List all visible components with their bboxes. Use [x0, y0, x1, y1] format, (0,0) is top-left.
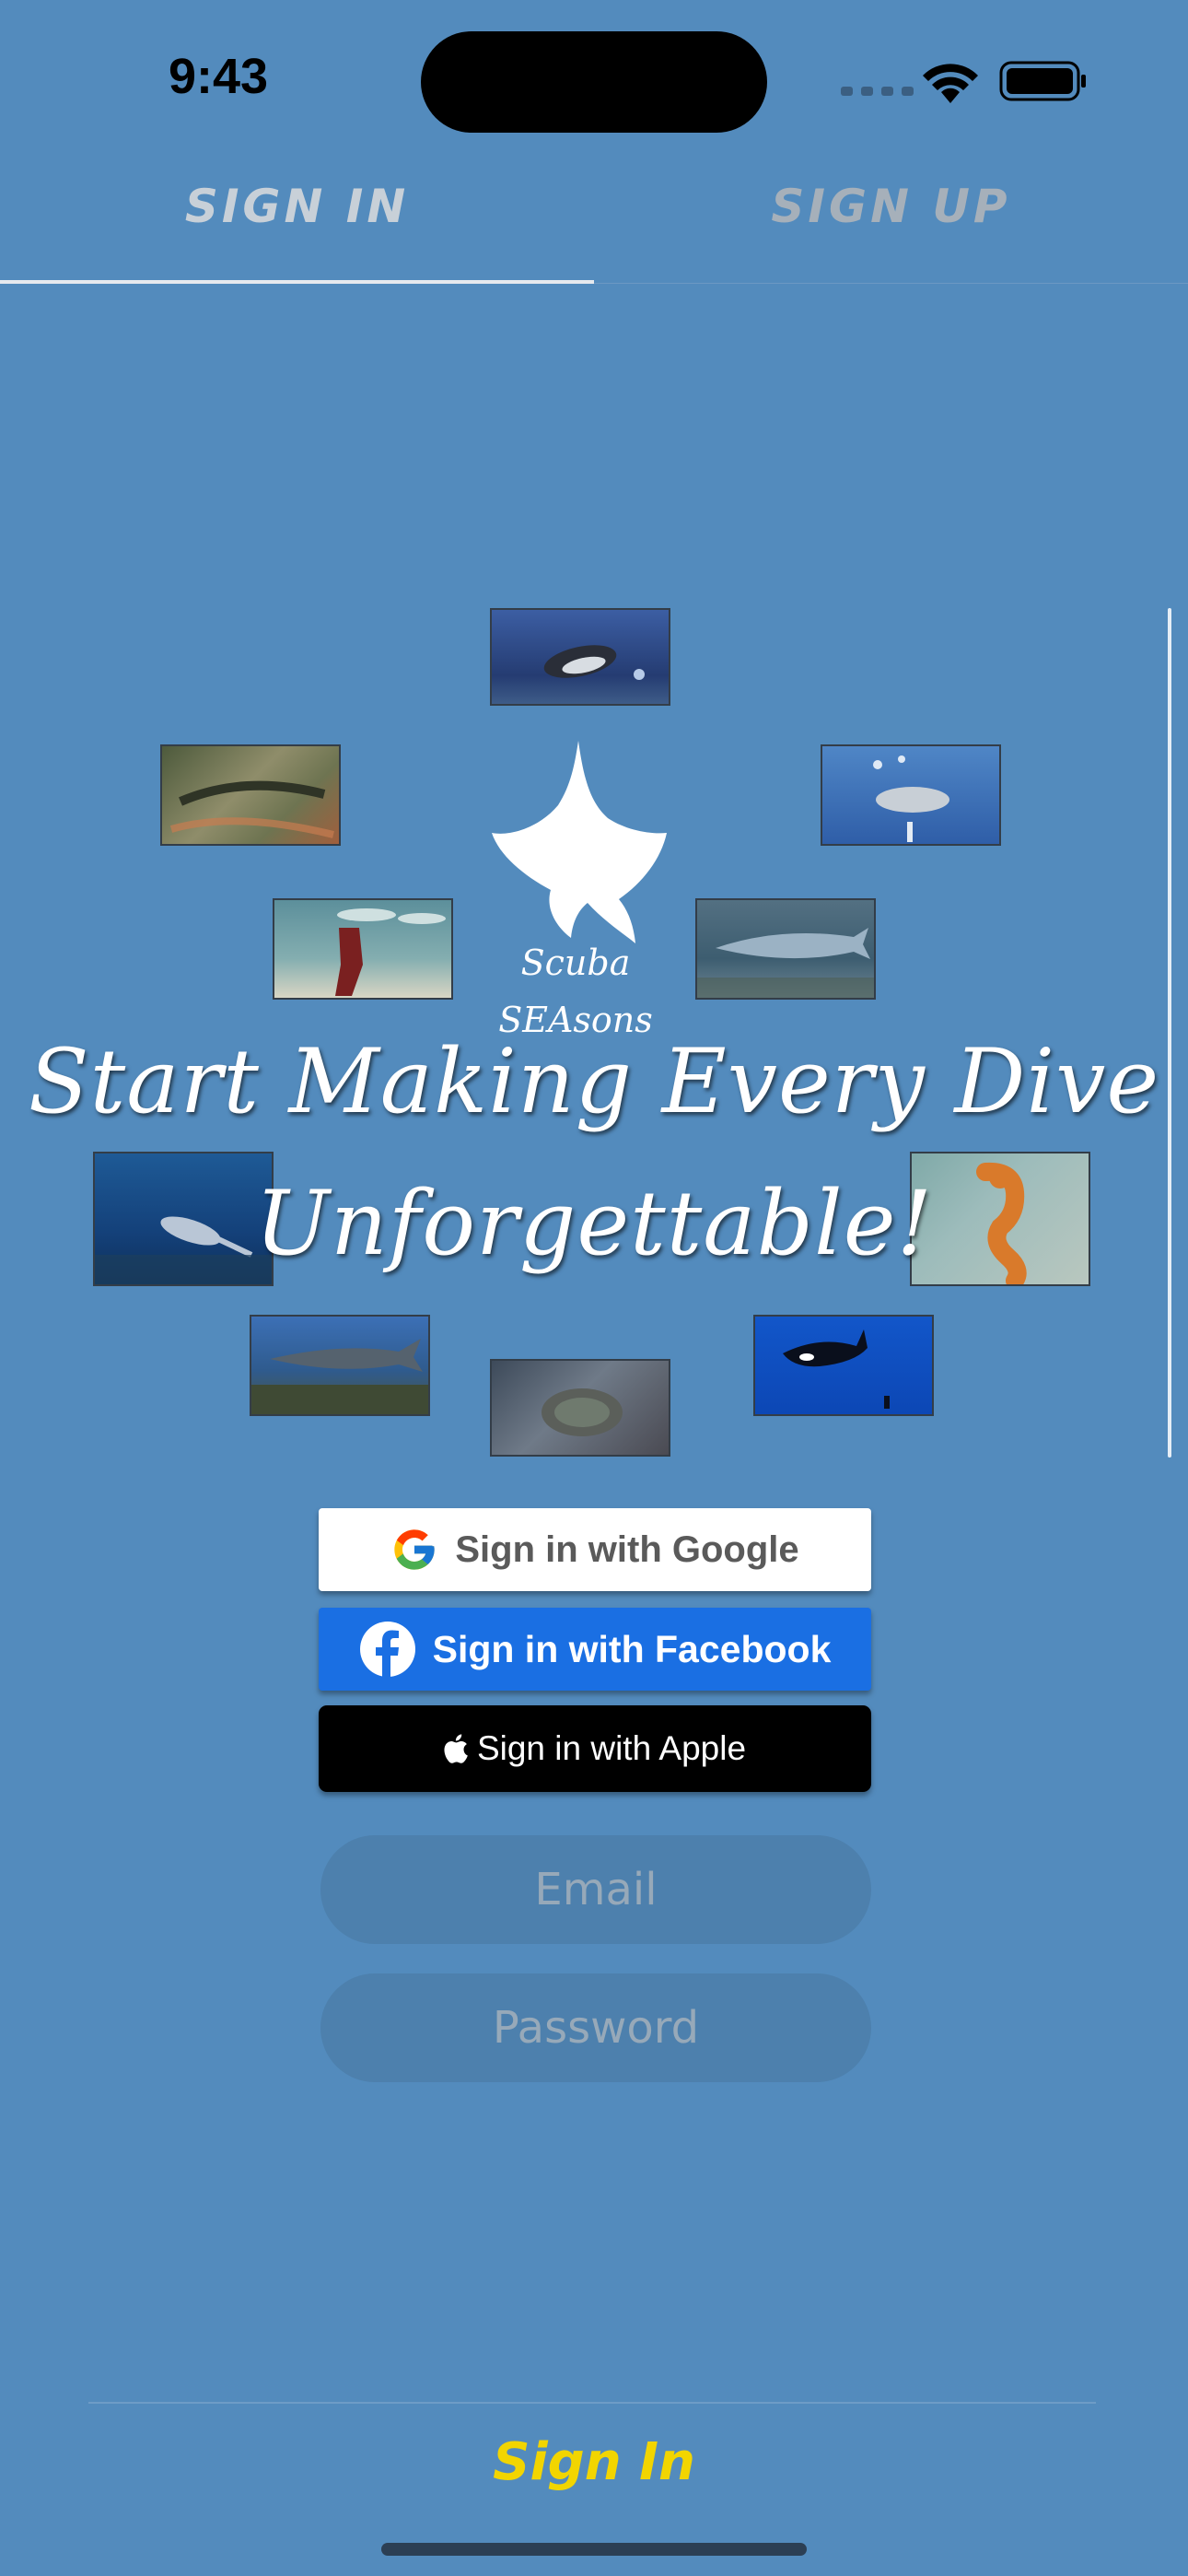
google-button-label: Sign in with Google: [455, 1528, 799, 1570]
tab-divider: [594, 283, 1188, 284]
reef-shark-photo: [250, 1315, 430, 1416]
status-time: 9:43: [169, 49, 269, 104]
sea-turtle-photo: [490, 1359, 670, 1457]
facebook-icon: [359, 1622, 415, 1678]
seal-photo: [821, 744, 1001, 846]
google-sign-in-button[interactable]: Sign in with Google: [319, 1508, 871, 1591]
active-tab-indicator: [0, 280, 594, 284]
apple-icon: [444, 1734, 468, 1763]
wifi-icon: [923, 64, 978, 103]
cellular-signal-icon: [841, 87, 914, 96]
home-indicator[interactable]: [381, 2543, 807, 2556]
tab-sign-up[interactable]: SIGN UP: [594, 180, 1188, 233]
google-icon: [394, 1529, 436, 1570]
footer-divider: [88, 2402, 1096, 2404]
battery-icon: [999, 61, 1086, 101]
tab-sign-in[interactable]: SIGN IN: [0, 180, 594, 233]
headline-line-1: Start Making Every Dive: [28, 1030, 1160, 1133]
email-field[interactable]: [320, 1835, 871, 1944]
manta-ray-logo-icon: [492, 741, 667, 943]
penguin-photo: [490, 608, 670, 706]
dynamic-island: [421, 31, 767, 133]
facebook-sign-in-button[interactable]: Sign in with Facebook: [319, 1608, 871, 1691]
tuna-photo: [695, 898, 876, 1000]
logo-text-scuba: Scuba: [520, 943, 631, 983]
password-field[interactable]: [320, 1973, 871, 2082]
moray-eel-photo: [160, 744, 341, 846]
sign-in-button[interactable]: Sign In: [0, 2432, 1188, 2492]
apple-sign-in-button[interactable]: Sign in with Apple: [319, 1705, 871, 1792]
apple-button-label: Sign in with Apple: [476, 1729, 747, 1767]
headline-line-2: Unforgettable!: [254, 1172, 934, 1275]
stingray-diver-photo: [273, 898, 453, 1000]
facebook-button-label: Sign in with Facebook: [432, 1627, 832, 1670]
orca-photo: [753, 1315, 934, 1416]
